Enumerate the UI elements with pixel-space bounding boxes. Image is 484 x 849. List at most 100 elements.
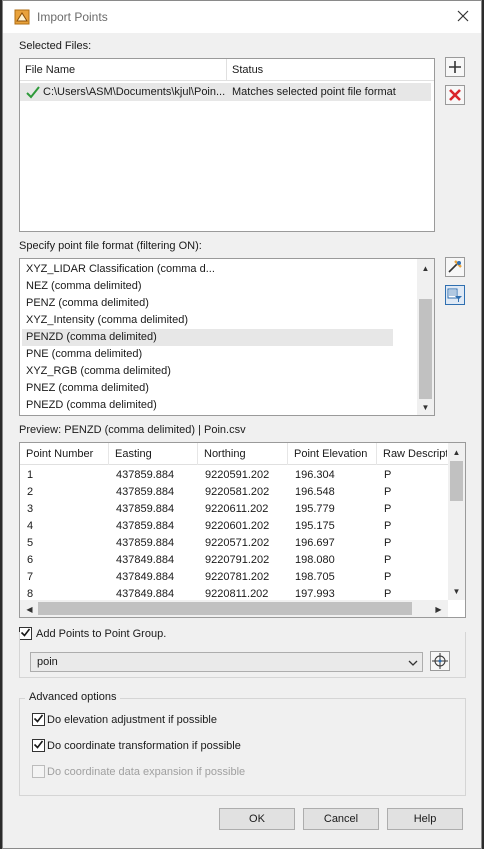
- help-button[interactable]: Help: [387, 808, 463, 830]
- selected-files-label: Selected Files:: [19, 40, 92, 52]
- pick-point-group-button[interactable]: [429, 650, 451, 673]
- table-cell: 437859.884: [116, 537, 175, 549]
- file-status-cell: Matches selected point file format: [232, 86, 396, 98]
- advanced-options-label: Advanced options: [25, 691, 121, 703]
- scroll-thumb[interactable]: [450, 461, 463, 501]
- scroll-up-icon[interactable]: ▲: [417, 260, 434, 276]
- table-row: 6 437849.884 9220791.202 198.080 P: [20, 552, 447, 569]
- add-icon: [445, 56, 465, 80]
- column-point-number[interactable]: Point Number: [20, 443, 109, 465]
- check-icon: [26, 83, 42, 101]
- preview-header: Point Number Easting Northing Point Elev…: [20, 443, 465, 465]
- format-settings-icon: [445, 256, 465, 280]
- checkmark-icon: [33, 739, 44, 753]
- table-cell: 437859.884: [116, 503, 175, 515]
- table-cell: P: [384, 469, 392, 481]
- elevation-adjustment-label: Do elevation adjustment if possible: [47, 714, 217, 726]
- table-cell: 3: [27, 503, 34, 515]
- table-cell: 9220571.202: [205, 537, 270, 549]
- close-icon: [457, 10, 469, 25]
- table-cell: 9220791.202: [205, 554, 270, 566]
- elevation-adjustment-checkbox[interactable]: [32, 713, 45, 726]
- table-cell: 9220781.202: [205, 571, 270, 583]
- table-row: 1 437859.884 9220591.202 196.304 P: [20, 467, 447, 484]
- add-file-button[interactable]: [444, 56, 466, 80]
- column-status[interactable]: Status: [227, 59, 431, 81]
- format-item[interactable]: XYZ_Intensity (comma delimited): [26, 312, 188, 329]
- table-cell: 198.705: [295, 571, 335, 583]
- remove-file-button[interactable]: [444, 84, 466, 108]
- table-cell: 437859.884: [116, 520, 175, 532]
- preview-vscrollbar[interactable]: ▲ ▼: [448, 443, 465, 600]
- format-item[interactable]: XYZ_RGB (comma delimited): [26, 363, 171, 380]
- table-cell: 9220601.202: [205, 520, 270, 532]
- point-group-select[interactable]: poin: [30, 652, 423, 672]
- format-label: Specify point file format (filtering ON)…: [19, 240, 202, 252]
- column-file-name[interactable]: File Name: [20, 59, 227, 81]
- table-cell: P: [384, 503, 392, 515]
- coordinate-expansion-label: Do coordinate data expansion if possible: [47, 766, 246, 778]
- coordinate-transformation-label: Do coordinate transformation if possible: [47, 740, 241, 752]
- table-row: 4 437859.884 9220601.202 195.175 P: [20, 518, 447, 535]
- table-cell: 196.304: [295, 469, 335, 481]
- selected-files-list[interactable]: File Name Status C:\Users\ASM\Documents\…: [19, 58, 435, 232]
- column-northing[interactable]: Northing: [198, 443, 288, 465]
- preview-hscrollbar[interactable]: ◀ ▶: [20, 600, 448, 617]
- table-cell: 437849.884: [116, 554, 175, 566]
- format-item[interactable]: NEZ (comma delimited): [26, 278, 142, 295]
- table-cell: 9220581.202: [205, 486, 270, 498]
- cancel-button[interactable]: Cancel: [303, 808, 379, 830]
- coordinate-expansion-checkbox: [32, 765, 45, 778]
- point-group-value: poin: [37, 656, 58, 668]
- scroll-down-icon[interactable]: ▼: [417, 399, 434, 415]
- format-settings-button[interactable]: [444, 256, 466, 280]
- filter-icon: [445, 284, 465, 308]
- file-row[interactable]: C:\Users\ASM\Documents\kjul\Poin... Matc…: [20, 83, 431, 101]
- column-raw-description[interactable]: Raw Descripti: [377, 443, 447, 465]
- table-cell: 196.697: [295, 537, 335, 549]
- format-filter-button[interactable]: [444, 284, 466, 308]
- scroll-down-icon[interactable]: ▼: [448, 583, 465, 599]
- format-item-selected[interactable]: PENZD (comma delimited): [22, 329, 393, 346]
- format-item[interactable]: PNEZD (comma delimited): [26, 397, 157, 414]
- format-scrollbar[interactable]: ▲ ▼: [417, 259, 434, 415]
- table-cell: 437849.884: [116, 571, 175, 583]
- format-item[interactable]: PENZ (comma delimited): [26, 295, 149, 312]
- scroll-thumb[interactable]: [38, 602, 412, 615]
- window-title: Import Points: [37, 10, 108, 24]
- table-cell: P: [384, 571, 392, 583]
- scroll-up-icon[interactable]: ▲: [448, 444, 465, 460]
- remove-icon: [445, 84, 465, 108]
- scroll-left-icon[interactable]: ◀: [21, 601, 38, 617]
- table-row: 7 437849.884 9220781.202 198.705 P: [20, 569, 447, 586]
- checkmark-icon: [33, 713, 44, 727]
- table-cell: 7: [27, 571, 34, 583]
- preview-label: Preview: PENZD (comma delimited) | Poin.…: [19, 424, 246, 436]
- table-cell: 9220611.202: [205, 503, 269, 515]
- table-cell: 196.548: [295, 486, 335, 498]
- table-cell: 437859.884: [116, 469, 175, 481]
- format-item[interactable]: XYZ_LIDAR Classification (comma d...: [26, 261, 215, 278]
- ok-button[interactable]: OK: [219, 808, 295, 830]
- table-cell: 6: [27, 554, 34, 566]
- format-list[interactable]: XYZ_LIDAR Classification (comma d... NEZ…: [19, 258, 435, 416]
- scroll-thumb[interactable]: [419, 299, 432, 399]
- table-row: 3 437859.884 9220611.202 195.779 P: [20, 501, 447, 518]
- scroll-right-icon[interactable]: ▶: [430, 601, 447, 617]
- table-cell: 198.080: [295, 554, 335, 566]
- table-cell: 2: [27, 486, 34, 498]
- table-cell: P: [384, 486, 392, 498]
- table-row: 5 437859.884 9220571.202 196.697 P: [20, 535, 447, 552]
- coordinate-transformation-checkbox[interactable]: [32, 739, 45, 752]
- column-point-elevation[interactable]: Point Elevation: [288, 443, 377, 465]
- file-name-cell: C:\Users\ASM\Documents\kjul\Poin...: [43, 86, 226, 98]
- column-easting[interactable]: Easting: [109, 443, 198, 465]
- format-item[interactable]: PNEZ (comma delimited): [26, 380, 149, 397]
- table-cell: 195.175: [295, 520, 335, 532]
- preview-table[interactable]: Point Number Easting Northing Point Elev…: [19, 442, 466, 618]
- table-cell: 5: [27, 537, 34, 549]
- close-button[interactable]: [445, 1, 481, 33]
- table-cell: P: [384, 554, 392, 566]
- table-row: 2 437859.884 9220581.202 196.548 P: [20, 484, 447, 501]
- format-item[interactable]: PNE (comma delimited): [26, 346, 142, 363]
